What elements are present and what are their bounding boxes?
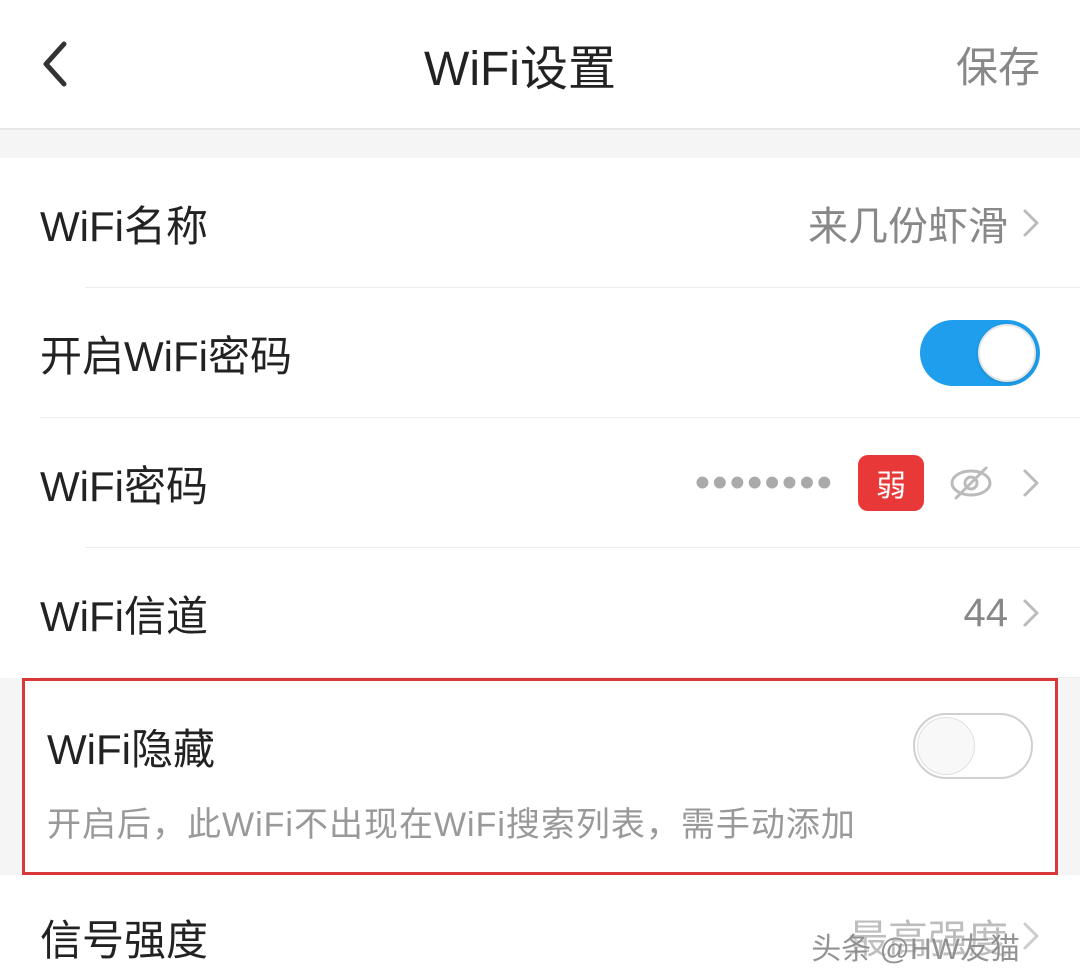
hidden-label: WiFi隐藏	[47, 716, 215, 777]
password-label: WiFi密码	[40, 453, 208, 514]
back-button[interactable]	[40, 40, 100, 88]
page-title: WiFi设置	[100, 29, 940, 99]
channel-label: WiFi信道	[40, 583, 208, 644]
wifi-name-label: WiFi名称	[40, 193, 208, 254]
row-channel[interactable]: WiFi信道 44	[0, 548, 1080, 678]
eye-off-icon[interactable]	[948, 460, 994, 506]
password-strength-badge: 弱	[858, 455, 924, 511]
password-masked: ••••••••	[695, 461, 834, 505]
chevron-right-icon	[1022, 598, 1040, 628]
chevron-right-icon	[1022, 208, 1040, 238]
hidden-description: 开启后，此WiFi不出现在WiFi搜索列表，需手动添加	[47, 797, 1033, 846]
row-wifi-hidden: WiFi隐藏 开启后，此WiFi不出现在WiFi搜索列表，需手动添加	[22, 678, 1058, 875]
row-password[interactable]: WiFi密码 •••••••• 弱	[0, 418, 1080, 548]
hidden-toggle[interactable]	[913, 713, 1033, 779]
row-wifi-name[interactable]: WiFi名称 来几份虾滑	[0, 158, 1080, 288]
row-enable-password: 开启WiFi密码	[0, 288, 1080, 418]
chevron-right-icon	[1022, 921, 1040, 951]
enable-password-toggle[interactable]	[920, 320, 1040, 386]
enable-password-label: 开启WiFi密码	[40, 323, 292, 384]
signal-label: 信号强度	[40, 907, 208, 968]
section-gap	[0, 130, 1080, 158]
save-button[interactable]: 保存	[940, 34, 1040, 95]
header: WiFi设置 保存	[0, 0, 1080, 130]
channel-value: 44	[964, 591, 1009, 636]
chevron-right-icon	[1022, 468, 1040, 498]
row-signal-strength[interactable]: 信号强度 最高强度 头条 @HW友猫	[0, 875, 1080, 970]
wifi-name-value: 来几份虾滑	[808, 194, 1008, 252]
watermark: 头条 @HW友猫	[811, 924, 1020, 968]
settings-list: WiFi名称 来几份虾滑 开启WiFi密码 WiFi密码 •••••••• 弱	[0, 158, 1080, 678]
chevron-left-icon	[40, 40, 68, 88]
